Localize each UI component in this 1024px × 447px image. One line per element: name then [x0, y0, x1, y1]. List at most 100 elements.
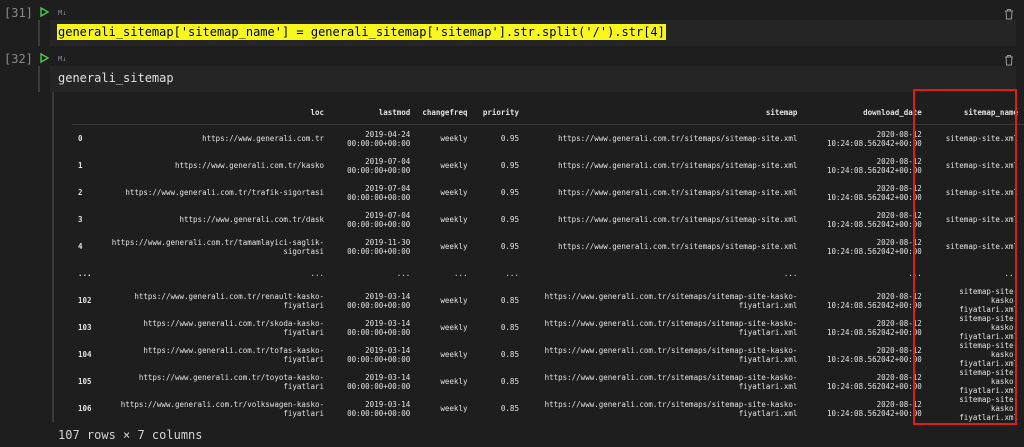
trash-icon[interactable]: [1004, 54, 1014, 66]
cell-index: ...: [78, 269, 92, 278]
column-header-changefreq: changefreq: [416, 100, 474, 125]
code-line[interactable]: generali_sitemap: [58, 71, 174, 85]
run-icon[interactable]: [38, 52, 50, 64]
trash-icon[interactable]: [1004, 8, 1014, 20]
cell-32-editor[interactable]: generali_sitemap: [50, 66, 1016, 92]
cell-loc: https://www.generali.com.tr/volkswagen-k…: [120, 399, 324, 418]
cell-loc: https://www.generali.com.tr/tamamlayici-…: [111, 237, 324, 256]
cell-lastmod: 2019-03-14 00:00:00+00:00: [347, 291, 411, 310]
cell-loc: https://www.generali.com.tr/trafik-sigor…: [125, 188, 324, 197]
cell-priority: 0.85: [500, 323, 519, 332]
cell-index: 4: [78, 242, 83, 251]
cell-sitemap: https://www.generali.com.tr/sitemaps/sit…: [558, 188, 798, 197]
execution-count: [31]: [4, 6, 33, 20]
cell-changefreq: weekly: [440, 296, 468, 305]
cell-lastmod: 2019-07-04 00:00:00+00:00: [347, 183, 411, 202]
cell-changefreq: weekly: [440, 242, 468, 251]
cell-priority: ...: [505, 269, 519, 278]
table-row: 3 https://www.generali.com.tr/dask 2019-07…: [72, 206, 1024, 233]
cell-31-gutter: [38, 20, 40, 46]
cell-changefreq: weekly: [440, 161, 468, 170]
cell-loc: https://www.generali.com.tr/tofas-kasko-…: [143, 345, 324, 364]
cell-download-date: 2020-08-12 10:24:08.562042+00:00: [826, 237, 922, 256]
dataframe-table: loc lastmod changefreq priority sitemap …: [72, 100, 1024, 422]
table-row: 106 https://www.generali.com.tr/volkswage…: [72, 395, 1024, 422]
column-header-priority: priority: [473, 100, 525, 125]
cell-priority: 0.95: [500, 188, 519, 197]
cell-sitemap: https://www.generali.com.tr/sitemaps/sit…: [544, 291, 798, 310]
cell-31-editor[interactable]: generali_sitemap['sitemap_name'] = gener…: [50, 20, 1016, 46]
table-row: 102 https://www.generali.com.tr/renault-k…: [72, 287, 1024, 314]
table-header-row: loc lastmod changefreq priority sitemap …: [72, 100, 1024, 125]
cell-priority: 0.95: [500, 134, 519, 143]
cell-lastmod: 2019-03-14 00:00:00+00:00: [347, 372, 411, 391]
execution-count: [32]: [4, 52, 33, 66]
cell-sitemap: https://www.generali.com.tr/sitemaps/sit…: [544, 372, 798, 391]
cell-lastmod: 2019-11-30 00:00:00+00:00: [347, 237, 411, 256]
table-row: 104 https://www.generali.com.tr/tofas-kas…: [72, 341, 1024, 368]
column-header-download-date: download_date: [803, 100, 928, 125]
cell-changefreq: weekly: [440, 188, 468, 197]
cell-sitemap: https://www.generali.com.tr/sitemaps/sit…: [544, 345, 798, 364]
cell-sitemap: https://www.generali.com.tr/sitemaps/sit…: [544, 318, 798, 337]
cell-download-date: 2020-08-12 10:24:08.562042+00:00: [826, 372, 922, 391]
cell-index: 103: [78, 323, 92, 332]
cell-changefreq: weekly: [440, 215, 468, 224]
column-header-index: [72, 100, 105, 125]
cell-language-tag[interactable]: M↓: [58, 55, 66, 63]
cell-loc: https://www.generali.com.tr/kasko: [174, 161, 324, 170]
table-row: 1 https://www.generali.com.tr/kasko 2019-0…: [72, 152, 1024, 179]
cell-lastmod: 2019-03-14 00:00:00+00:00: [347, 345, 411, 364]
cell-download-date: 2020-08-12 10:24:08.562042+00:00: [826, 291, 922, 310]
cell-index: 1: [78, 161, 83, 170]
table-row: 103 https://www.generali.com.tr/skoda-kas…: [72, 314, 1024, 341]
cell-download-date: 2020-08-12 10:24:08.562042+00:00: [826, 156, 922, 175]
cell-sitemap: ...: [783, 269, 798, 278]
cell-loc: https://www.generali.com.tr/renault-kask…: [134, 291, 324, 310]
cell-index: 105: [78, 377, 92, 386]
cell-priority: 0.95: [500, 242, 519, 251]
cell-index: 3: [78, 215, 83, 224]
cell-download-date: 2020-08-12 10:24:08.562042+00:00: [826, 399, 922, 418]
cell-priority: 0.95: [500, 161, 519, 170]
cell-lastmod: ...: [396, 269, 411, 278]
output-gutter: [52, 92, 54, 422]
cell-32-gutter: [38, 66, 40, 92]
cell-index: 102: [78, 296, 92, 305]
cell-changefreq: weekly: [440, 323, 468, 332]
table-row: 105 https://www.generali.com.tr/toyota-ka…: [72, 368, 1024, 395]
cell-changefreq: weekly: [440, 134, 468, 143]
cell-priority: 0.85: [500, 296, 519, 305]
table-row: 4 https://www.generali.com.tr/tamamlayici…: [72, 233, 1024, 260]
column-header-sitemap: sitemap: [524, 100, 804, 125]
cell-sitemap: https://www.generali.com.tr/sitemaps/sit…: [558, 161, 798, 170]
cell-download-date: ...: [908, 269, 922, 278]
cell-priority: 0.85: [500, 377, 519, 386]
cell-language-tag[interactable]: M↓: [58, 9, 66, 17]
cell-changefreq: weekly: [440, 377, 468, 386]
column-header-loc: loc: [104, 100, 330, 125]
cell-download-date: 2020-08-12 10:24:08.562042+00:00: [826, 345, 922, 364]
cell-lastmod: 2019-03-14 00:00:00+00:00: [347, 399, 411, 418]
cell-loc: https://www.generali.com.tr: [202, 134, 324, 143]
cell-lastmod: 2019-03-14 00:00:00+00:00: [347, 318, 411, 337]
dataframe-shape: 107 rows × 7 columns: [58, 428, 203, 442]
cell-priority: 0.95: [500, 215, 519, 224]
cell-sitemap: https://www.generali.com.tr/sitemaps/sit…: [558, 242, 798, 251]
run-icon[interactable]: [38, 6, 50, 18]
cell-download-date: 2020-08-12 10:24:08.562042+00:00: [826, 183, 922, 202]
cell-download-date: 2020-08-12 10:24:08.562042+00:00: [826, 129, 922, 148]
column-header-lastmod: lastmod: [330, 100, 417, 125]
cell-loc: https://www.generali.com.tr/toyota-kasko…: [138, 372, 324, 391]
table-row: ........................: [72, 260, 1024, 287]
cell-changefreq: weekly: [440, 350, 468, 359]
cell-lastmod: 2019-04-24 00:00:00+00:00: [347, 129, 411, 148]
cell-priority: 0.85: [500, 404, 519, 413]
cell-download-date: 2020-08-12 10:24:08.562042+00:00: [826, 210, 922, 229]
cell-sitemap: https://www.generali.com.tr/sitemaps/sit…: [544, 399, 798, 418]
cell-index: 106: [78, 404, 92, 413]
cell-lastmod: 2019-07-04 00:00:00+00:00: [347, 156, 411, 175]
cell-changefreq: weekly: [440, 404, 468, 413]
cell-changefreq: ...: [453, 269, 468, 278]
code-line[interactable]: generali_sitemap['sitemap_name'] = gener…: [57, 24, 666, 40]
